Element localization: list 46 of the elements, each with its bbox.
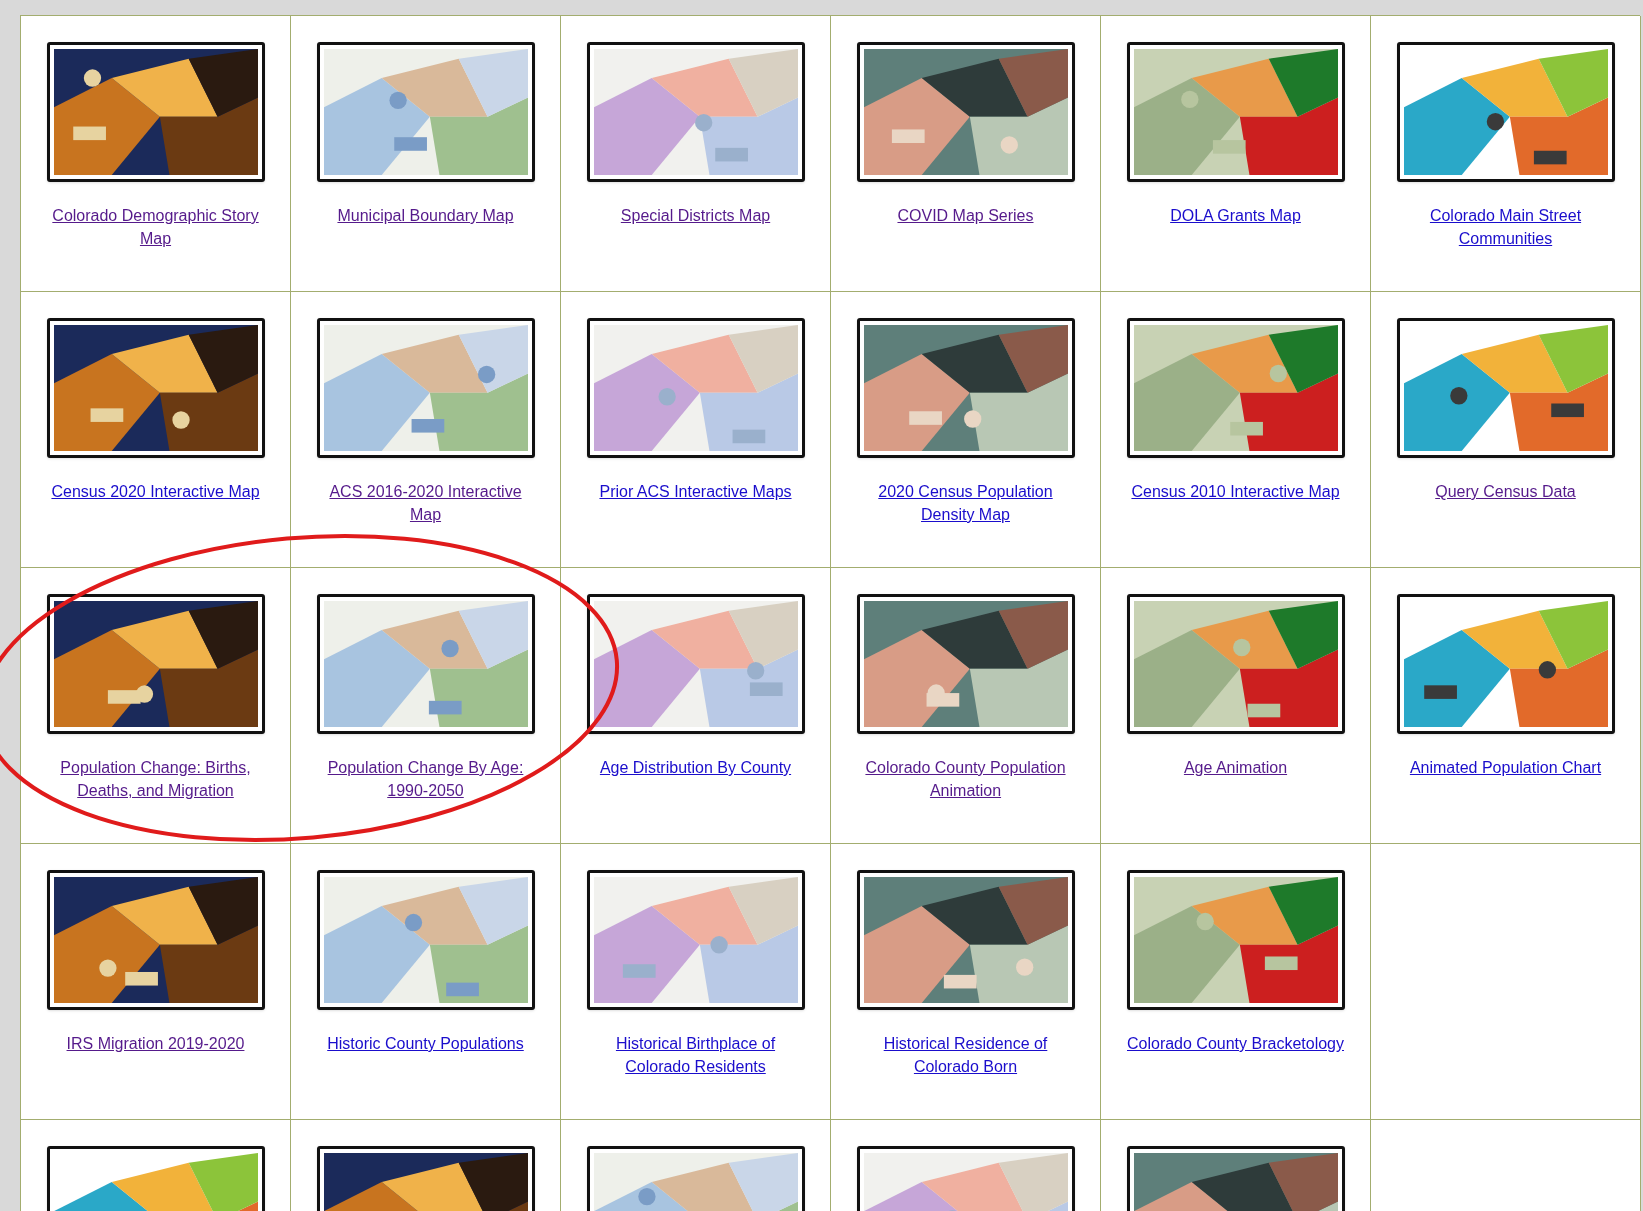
- thumbnail[interactable]: [46, 870, 265, 1010]
- map-link[interactable]: Animated Population Chart: [1395, 756, 1616, 779]
- map-link[interactable]: ACS 2016-2020 Interactive Map: [315, 480, 536, 526]
- map-link[interactable]: Age Animation: [1125, 756, 1346, 779]
- thumbnail[interactable]: [316, 42, 535, 182]
- thumbnail[interactable]: [856, 870, 1075, 1010]
- thumbnail[interactable]: [46, 42, 265, 182]
- thumbnail[interactable]: [1396, 318, 1615, 458]
- thumbnail[interactable]: [316, 318, 535, 458]
- map-link[interactable]: DOLA Grants Map: [1125, 204, 1346, 227]
- thumbnail[interactable]: [1126, 594, 1345, 734]
- thumbnail[interactable]: [856, 594, 1075, 734]
- map-link[interactable]: Prior ACS Interactive Maps: [585, 480, 806, 503]
- map-link[interactable]: Census 2020 Interactive Map: [45, 480, 266, 503]
- map-link[interactable]: Historical Residence of Colorado Born: [855, 1032, 1076, 1078]
- map-link[interactable]: IRS Migration 2019-2020: [45, 1032, 266, 1055]
- thumbnail[interactable]: [46, 594, 265, 734]
- thumbnail[interactable]: [1396, 594, 1615, 734]
- thumbnail[interactable]: [586, 870, 805, 1010]
- thumbnail[interactable]: [1126, 42, 1345, 182]
- thumbnail[interactable]: [856, 318, 1075, 458]
- thumbnail[interactable]: [856, 42, 1075, 182]
- map-link[interactable]: Population Change By Age: 1990-2050: [315, 756, 536, 802]
- map-link[interactable]: Special Districts Map: [585, 204, 806, 227]
- thumbnail[interactable]: [586, 42, 805, 182]
- thumbnail[interactable]: [1126, 870, 1345, 1010]
- thumbnail[interactable]: [316, 870, 535, 1010]
- map-link[interactable]: Colorado County Population Animation: [855, 756, 1076, 802]
- map-link[interactable]: Census 2010 Interactive Map: [1125, 480, 1346, 503]
- map-link[interactable]: Colorado Main Street Communities: [1395, 204, 1616, 250]
- map-link[interactable]: COVID Map Series: [855, 204, 1076, 227]
- map-link[interactable]: Age Distribution By County: [585, 756, 806, 779]
- thumbnail[interactable]: [1126, 318, 1345, 458]
- map-link[interactable]: Colorado County Bracketology: [1125, 1032, 1346, 1055]
- thumbnail[interactable]: [316, 594, 535, 734]
- thumbnail[interactable]: [46, 318, 265, 458]
- thumbnail[interactable]: [586, 318, 805, 458]
- map-link[interactable]: Population Change: Births, Deaths, and Migration: [45, 756, 266, 802]
- map-link[interactable]: Historic County Populations: [315, 1032, 536, 1055]
- map-link[interactable]: 2020 Census Population Density Map: [855, 480, 1076, 526]
- thumbnail[interactable]: [586, 594, 805, 734]
- map-link[interactable]: Colorado Demographic Story Map: [45, 204, 266, 250]
- map-link[interactable]: Query Census Data: [1395, 480, 1616, 503]
- map-link[interactable]: Municipal Boundary Map: [315, 204, 536, 227]
- thumbnail[interactable]: [1396, 42, 1615, 182]
- map-link[interactable]: Historical Birthplace of Colorado Residents: [585, 1032, 806, 1078]
